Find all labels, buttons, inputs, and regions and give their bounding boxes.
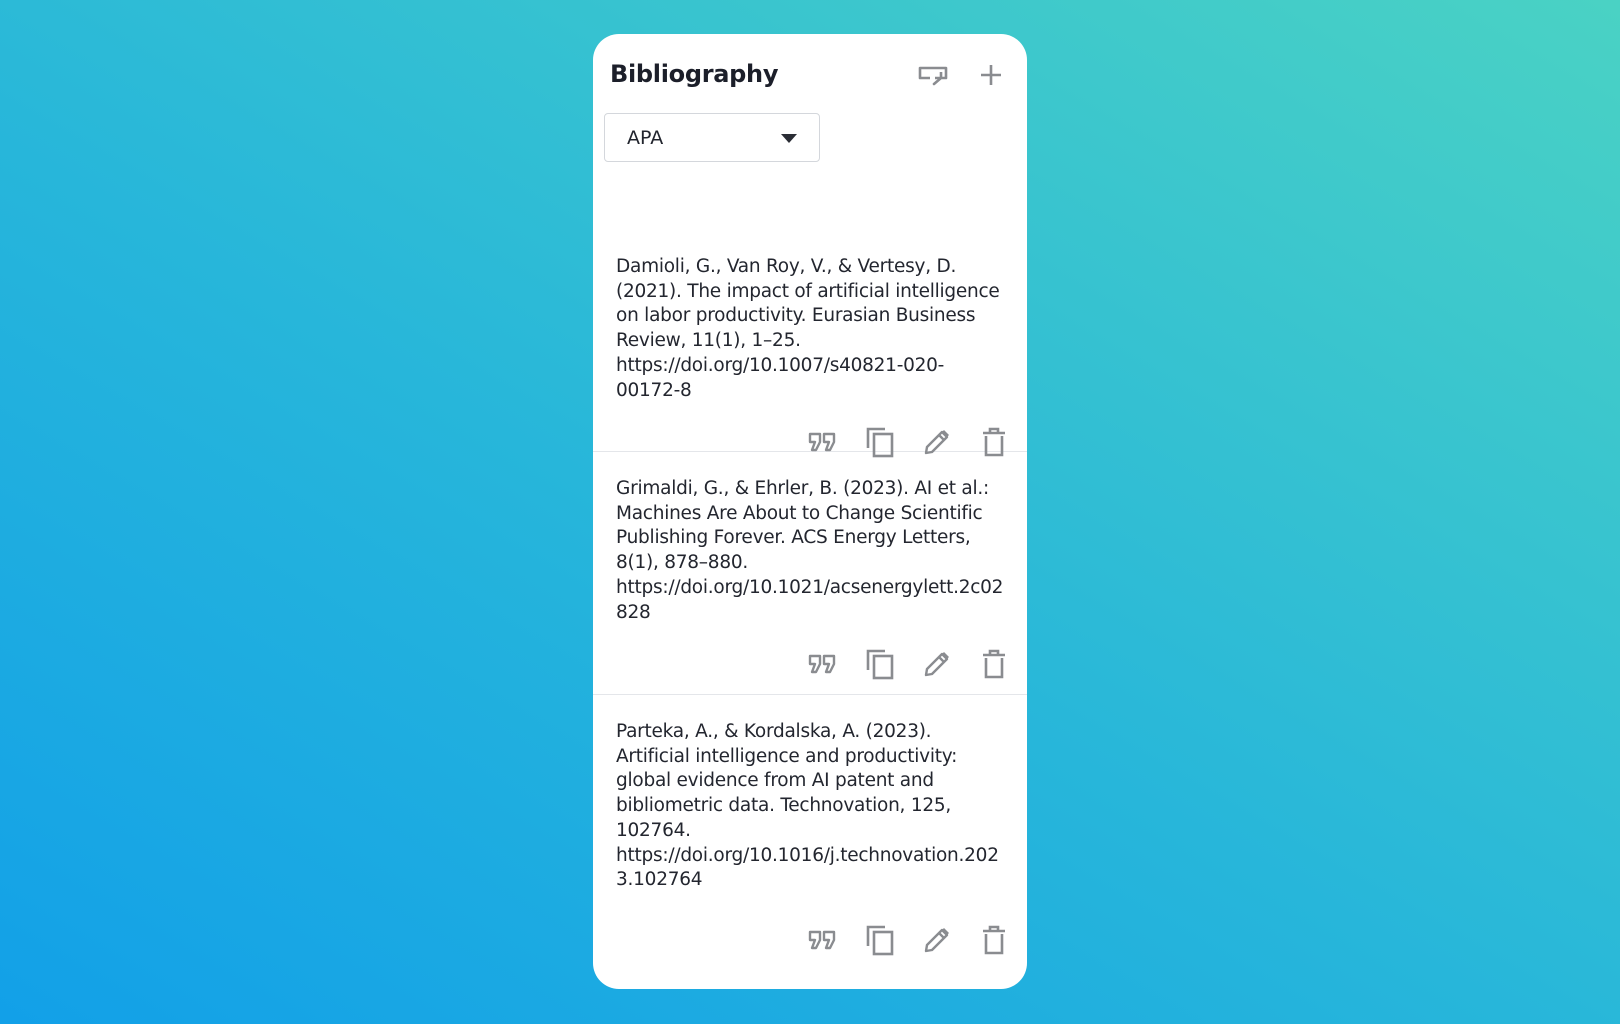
quote-icon	[808, 655, 836, 674]
entry-actions	[593, 923, 1027, 957]
bibliography-list: Damioli, G., Van Roy, V., & Vertesy, D. …	[593, 209, 1027, 989]
add-citation-button[interactable]	[974, 62, 1008, 88]
bibliography-entry: Damioli, G., Van Roy, V., & Vertesy, D. …	[593, 209, 1027, 458]
cite-button[interactable]	[806, 647, 840, 681]
edit-button[interactable]	[920, 647, 954, 681]
delete-icon	[983, 925, 1005, 955]
copy-button[interactable]	[863, 923, 897, 957]
delete-icon	[983, 649, 1005, 679]
edit-icon	[924, 927, 949, 953]
bibliography-panel: Bibliography APA Damioli, G., Van Roy, V…	[593, 34, 1027, 989]
edit-icon	[924, 652, 949, 677]
bibliography-entry: Grimaldi, G., & Ehrler, B. (2023). AI et…	[593, 452, 1027, 695]
quote-icon	[808, 930, 836, 950]
delete-button[interactable]	[977, 647, 1011, 681]
citation-text: Parteka, A., & Kordalska, A. (2023). Art…	[616, 721, 999, 891]
import-icon	[918, 66, 948, 86]
entry-actions	[593, 647, 1027, 681]
citation-text: Grimaldi, G., & Ehrler, B. (2023). AI et…	[616, 478, 1004, 623]
panel-title: Bibliography	[610, 60, 779, 88]
citation-text: Damioli, G., Van Roy, V., & Vertesy, D. …	[616, 256, 1000, 401]
edit-button[interactable]	[920, 923, 954, 957]
copy-icon	[866, 925, 894, 956]
quote-icon	[808, 433, 836, 452]
citation-style-value: APA	[627, 127, 664, 149]
plus-icon	[981, 65, 1001, 85]
copy-icon	[866, 649, 894, 680]
citation-style-select[interactable]: APA	[604, 113, 820, 162]
bibliography-entry: Parteka, A., & Kordalska, A. (2023). Art…	[593, 695, 1027, 989]
caret-down-icon	[781, 134, 797, 143]
panel-header: Bibliography	[593, 34, 1027, 114]
delete-button[interactable]	[977, 923, 1011, 957]
copy-button[interactable]	[863, 647, 897, 681]
import-button[interactable]	[916, 62, 950, 88]
cite-button[interactable]	[806, 923, 840, 957]
